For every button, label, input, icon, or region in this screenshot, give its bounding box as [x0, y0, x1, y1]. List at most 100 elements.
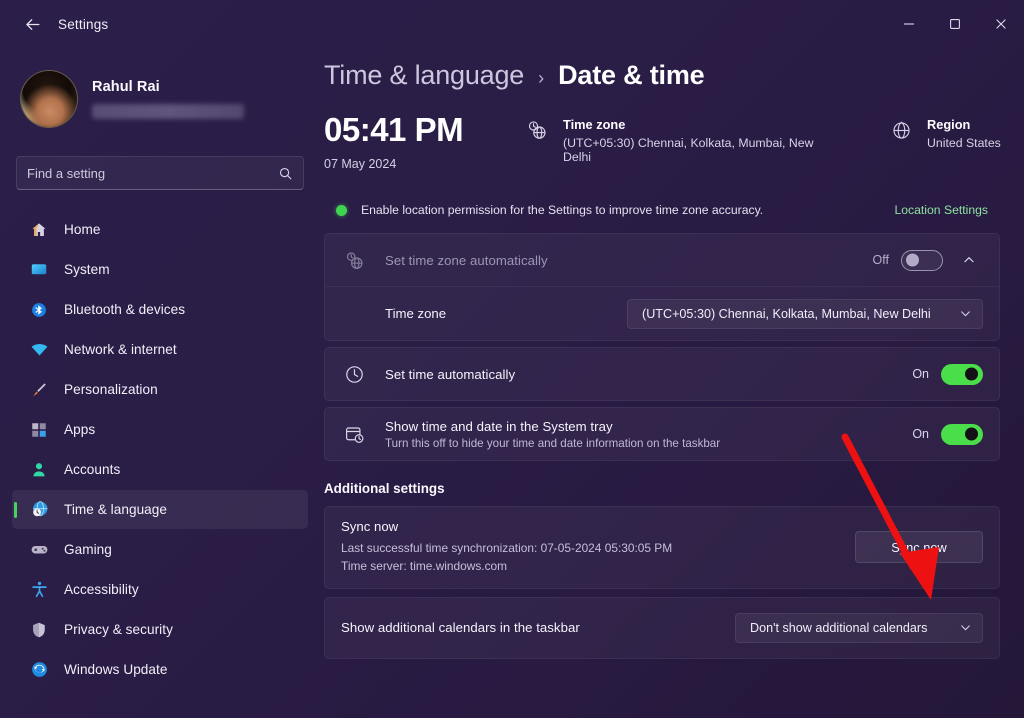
minimize-button[interactable]	[886, 0, 932, 48]
additional-calendars-label: Show additional calendars in the taskbar	[341, 620, 580, 636]
additional-calendars-body: Show additional calendars in the taskbar	[341, 620, 735, 635]
set-time-automatically-toggle[interactable]	[941, 363, 983, 385]
sidebar: Rahul Rai Home System	[0, 48, 320, 718]
paintbrush-icon	[28, 379, 50, 401]
breadcrumb-parent[interactable]: Time & language	[324, 60, 524, 91]
timezone-dropdown-value: (UTC+05:30) Chennai, Kolkata, Mumbai, Ne…	[642, 306, 931, 321]
sync-now-body: Sync now Last successful time synchroniz…	[341, 507, 855, 588]
location-settings-link[interactable]: Location Settings	[894, 203, 988, 217]
accessibility-icon	[28, 579, 50, 601]
sidebar-item-apps[interactable]: Apps	[12, 410, 308, 449]
sidebar-item-gaming[interactable]: Gaming	[12, 530, 308, 569]
sidebar-item-label: Apps	[64, 422, 96, 437]
sidebar-item-label: Accessibility	[64, 582, 139, 597]
search-icon	[278, 166, 293, 181]
sync-now-button[interactable]: Sync now	[855, 531, 983, 564]
set-timezone-automatically-row[interactable]: Set time zone automatically Off	[325, 234, 999, 286]
clock-globe-icon	[341, 247, 367, 273]
set-timezone-automatically-toggle[interactable]	[901, 249, 943, 271]
set-time-automatically-controls: On	[912, 363, 983, 385]
sidebar-item-system[interactable]: System	[12, 250, 308, 289]
wifi-icon	[28, 339, 50, 361]
sidebar-item-bluetooth-devices[interactable]: Bluetooth & devices	[12, 290, 308, 329]
bluetooth-icon	[28, 299, 50, 321]
sidebar-item-label: Bluetooth & devices	[64, 302, 186, 317]
timezone-dropdown[interactable]: (UTC+05:30) Chennai, Kolkata, Mumbai, Ne…	[627, 298, 983, 329]
sync-last-synchronization: Last successful time synchronization: 07…	[341, 541, 673, 555]
show-time-date-tray-subtitle: Turn this off to hide your time and date…	[385, 436, 721, 450]
auto-time-card: Set time automatically On	[324, 347, 1000, 401]
back-arrow-icon[interactable]	[10, 8, 54, 40]
region-summary-text: Region United States	[927, 117, 1001, 150]
globe-icon	[888, 117, 914, 143]
set-timezone-automatically-controls: Off	[873, 246, 983, 274]
show-time-date-tray-state: On	[912, 427, 929, 441]
chevron-down-icon	[959, 621, 972, 634]
region-summary: Region United States	[888, 113, 1001, 150]
sidebar-nav: Home System Bluetooth & devices Network …	[12, 210, 308, 689]
sidebar-item-accounts[interactable]: Accounts	[12, 450, 308, 489]
update-icon	[28, 659, 50, 681]
set-timezone-automatically-state: Off	[872, 253, 889, 267]
region-summary-value: United States	[927, 136, 1001, 150]
person-icon	[28, 459, 50, 481]
page-title: Date & time	[558, 60, 705, 90]
show-time-date-tray-controls: On	[912, 423, 983, 445]
sidebar-item-home[interactable]: Home	[12, 210, 308, 249]
show-time-date-tray-body: Show time and date in the System tray Tu…	[385, 419, 912, 450]
chevron-up-icon[interactable]	[955, 246, 983, 274]
main-content: Time & language › Date & time 05:41 PM 0…	[320, 48, 1024, 718]
clock-globe-icon	[28, 499, 50, 521]
maximize-button[interactable]	[932, 0, 978, 48]
search-box[interactable]	[16, 156, 304, 190]
user-profile[interactable]: Rahul Rai	[20, 60, 308, 138]
profile-text: Rahul Rai	[92, 79, 244, 119]
set-time-automatically-row[interactable]: Set time automatically On	[325, 348, 999, 400]
show-time-date-tray-title: Show time and date in the System tray	[385, 418, 613, 434]
sidebar-item-label: Accounts	[64, 462, 121, 477]
timezone-summary: Time zone (UTC+05:30) Chennai, Kolkata, …	[524, 113, 844, 164]
chevron-down-icon	[959, 307, 972, 320]
sidebar-item-label: System	[64, 262, 110, 277]
sidebar-item-accessibility[interactable]: Accessibility	[12, 570, 308, 609]
region-summary-title: Region	[927, 117, 971, 132]
system-tray-card: Show time and date in the System tray Tu…	[324, 407, 1000, 461]
sync-now-row: Sync now Last successful time synchroniz…	[325, 507, 999, 588]
current-date: 07 May 2024	[324, 156, 397, 171]
home-icon	[28, 219, 50, 241]
apps-icon	[28, 419, 50, 441]
current-time: 05:41 PM	[324, 111, 464, 148]
search-input[interactable]	[27, 165, 278, 181]
title-bar: Settings	[0, 0, 1024, 48]
sidebar-item-windows-update[interactable]: Windows Update	[12, 650, 308, 689]
set-timezone-automatically-title: Set time zone automatically	[385, 252, 548, 268]
sidebar-item-network-internet[interactable]: Network & internet	[12, 330, 308, 369]
sidebar-item-time-language[interactable]: Time & language	[12, 490, 308, 529]
profile-email-redacted	[92, 104, 244, 119]
sidebar-item-personalization[interactable]: Personalization	[12, 370, 308, 409]
avatar	[20, 70, 78, 128]
sidebar-item-privacy-security[interactable]: Privacy & security	[12, 610, 308, 649]
close-button[interactable]	[978, 0, 1024, 48]
additional-calendars-card: Show additional calendars in the taskbar…	[324, 596, 1000, 659]
set-time-automatically-title: Set time automatically	[385, 366, 516, 382]
sidebar-item-label: Network & internet	[64, 342, 177, 357]
location-banner-text: Enable location permission for the Setti…	[361, 203, 764, 217]
show-time-date-tray-toggle[interactable]	[941, 423, 983, 445]
sync-card: Sync now Last successful time synchroniz…	[324, 506, 1000, 589]
sync-time-server: Time server: time.windows.com	[341, 559, 508, 574]
profile-name: Rahul Rai	[92, 79, 160, 95]
sync-now-title: Sync now	[341, 519, 399, 534]
timezone-select-label: Time zone	[385, 306, 447, 321]
additional-calendars-dropdown[interactable]: Don't show additional calendars	[735, 612, 983, 643]
timezone-summary-title: Time zone	[563, 117, 626, 132]
show-time-date-tray-row[interactable]: Show time and date in the System tray Tu…	[325, 408, 999, 460]
window-title: Settings	[58, 16, 109, 32]
current-time-block: 05:41 PM 07 May 2024	[324, 111, 524, 171]
shield-icon	[28, 619, 50, 641]
breadcrumb-separator: ›	[538, 68, 545, 88]
status-dot-icon	[336, 204, 347, 216]
calendar-clock-icon	[341, 421, 367, 447]
sidebar-item-label: Gaming	[64, 542, 112, 557]
window-controls	[886, 0, 1024, 48]
